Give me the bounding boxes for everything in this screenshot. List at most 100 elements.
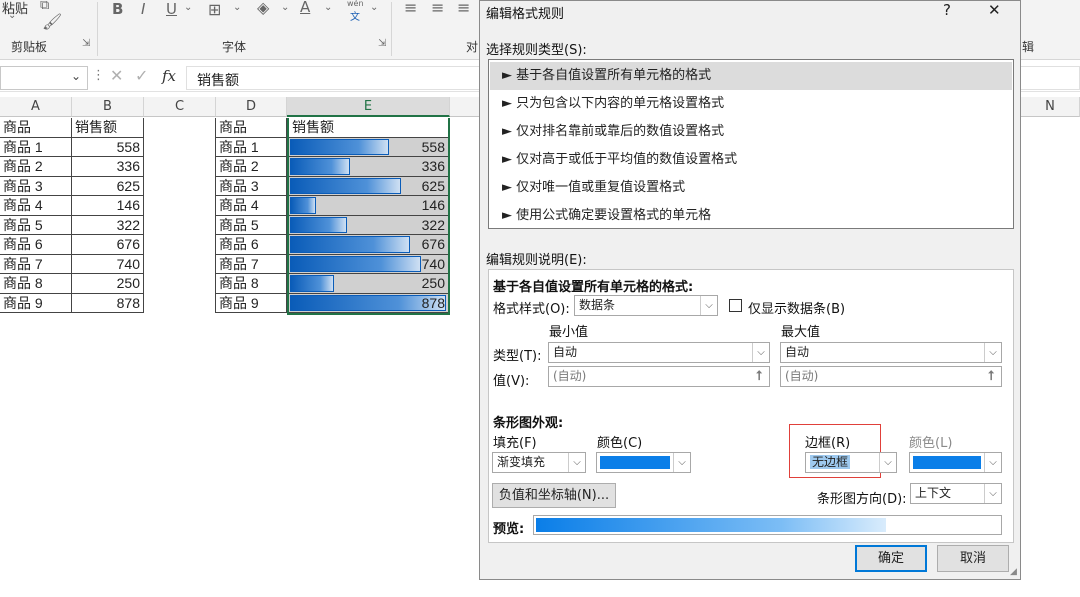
chevron-down-icon[interactable]: ⌄ [281,2,289,13]
databar-cell[interactable]: 740 [289,254,448,274]
chevron-down-icon[interactable]: ⌄ [71,69,81,83]
close-icon[interactable]: ✕ [988,1,1001,19]
databar-cell[interactable]: 322 [289,215,448,235]
name-box[interactable]: ⌄ [0,66,88,90]
table-cell[interactable]: 625 [72,176,144,196]
max-type-select[interactable]: 自动 ⌵ [780,342,1002,363]
format-painter-icon[interactable]: 🖌 [42,12,62,31]
cancel-button[interactable]: 取消 [937,545,1009,572]
column-header-d[interactable]: D [216,97,287,117]
rule-type-item[interactable]: ► 仅对排名靠前或靠后的数值设置格式 [490,118,1012,146]
min-type-select[interactable]: 自动 ⌵ [548,342,770,363]
dialog-launcher-icon[interactable]: ⇲ [378,38,386,49]
chevron-down-icon[interactable]: ⌄ [184,2,192,13]
phonetic-icon[interactable]: 文 [350,8,360,23]
databar-cell[interactable]: 625 [289,176,448,196]
rule-type-item[interactable]: ► 仅对唯一值或重复值设置格式 [490,174,1012,202]
chevron-down-icon[interactable]: ⌄ [370,2,378,13]
table-cell[interactable]: 商品 5 [0,215,72,235]
header-cell[interactable]: 商品 [216,118,287,138]
table-cell[interactable]: 740 [72,254,144,274]
table-cell[interactable]: 商品 2 [216,157,287,177]
align-middle-icon[interactable]: ≡ [431,0,444,17]
table-cell[interactable]: 商品 8 [0,274,72,294]
databar-fill [290,216,348,233]
show-bar-only-checkbox[interactable] [729,299,742,312]
help-icon[interactable]: ? [943,1,951,19]
underline-icon[interactable]: U [166,0,177,18]
table-cell[interactable]: 商品 4 [0,196,72,216]
table-cell[interactable]: 商品 1 [0,137,72,157]
column-header-a[interactable]: A [0,97,72,117]
ok-button[interactable]: 确定 [855,545,927,572]
cancel-icon[interactable]: ✕ [110,66,123,85]
min-value-input[interactable]: (自动) ⭡ [548,366,770,387]
enter-icon[interactable]: ✓ [135,66,148,85]
min-type-value: 自动 [553,345,578,359]
format-style-select[interactable]: 数据条 ⌵ [574,295,718,316]
table-cell[interactable]: 250 [72,274,144,294]
rule-type-item[interactable]: ► 只为包含以下内容的单元格设置格式 [490,90,1012,118]
bold-icon[interactable]: B [112,0,123,18]
column-header-c[interactable]: C [144,97,216,117]
table-cell[interactable]: 商品 3 [0,176,72,196]
column-header-blank[interactable] [450,97,480,117]
column-header-e[interactable]: E [287,97,450,117]
fill-type-select[interactable]: 渐变填充 ⌵ [492,452,586,473]
table-cell[interactable]: 336 [72,157,144,177]
table-cell[interactable]: 商品 3 [216,176,287,196]
table-cell[interactable]: 878 [72,293,144,313]
rule-type-list[interactable]: ► 基于各自值设置所有单元格的格式 ► 只为包含以下内容的单元格设置格式 ► 仅… [488,59,1014,229]
table-cell[interactable]: 商品 1 [216,137,287,157]
fill-color-picker[interactable]: ⌵ [596,452,691,473]
table-cell[interactable]: 558 [72,137,144,157]
align-top-icon[interactable]: ≡ [404,0,417,17]
chevron-down-icon[interactable]: ⌄ [324,2,332,13]
resize-grip-icon[interactable]: ◢ [1010,567,1017,577]
max-value-input[interactable]: (自动) ⭡ [780,366,1002,387]
table-cell[interactable]: 商品 4 [216,196,287,216]
italic-icon[interactable]: I [141,0,145,18]
collapse-dialog-icon[interactable]: ⭡ [750,368,768,385]
databar-cell[interactable]: 878 [289,293,448,313]
column-header-b[interactable]: B [72,97,144,117]
chevron-down-icon[interactable]: ⌄ [233,2,241,13]
table-cell[interactable]: 146 [72,196,144,216]
collapse-dialog-icon[interactable]: ⭡ [982,368,1000,385]
table-cell[interactable]: 商品 2 [0,157,72,177]
table-cell[interactable]: 商品 8 [216,274,287,294]
databar-cell[interactable]: 558 [289,137,448,157]
rule-type-item[interactable]: ► 基于各自值设置所有单元格的格式 [490,62,1012,90]
table-cell[interactable]: 676 [72,235,144,255]
negative-axis-button[interactable]: 负值和坐标轴(N)... [492,483,616,508]
table-cell[interactable]: 商品 9 [0,293,72,313]
rule-type-item[interactable]: ► 仅对高于或低于平均值的数值设置格式 [490,146,1012,174]
header-cell[interactable]: 销售额 [72,118,144,138]
bar-direction-select[interactable]: 上下文 ⌵ [910,483,1002,504]
databar-cell[interactable]: 250 [289,274,448,294]
databar-cell[interactable]: 146 [289,196,448,216]
dialog-launcher-icon[interactable]: ⇲ [82,38,90,49]
databar-cell[interactable]: 676 [289,235,448,255]
table-cell[interactable]: 322 [72,215,144,235]
table-cell[interactable]: 商品 5 [216,215,287,235]
chevron-down-icon[interactable]: ⌄ [8,10,16,21]
font-color-icon[interactable]: A [300,0,310,16]
databar-cell[interactable]: 336 [289,157,448,177]
fill-color-icon[interactable]: ◈ [257,0,269,17]
table-cell[interactable]: 商品 7 [0,254,72,274]
table-cell[interactable]: 商品 6 [216,235,287,255]
column-header-n[interactable]: N [1021,97,1080,117]
insert-function-icon[interactable]: fx [162,67,176,85]
rule-type-item[interactable]: ► 使用公式确定要设置格式的单元格 [490,202,1012,230]
databar-value: 322 [421,216,445,233]
header-cell[interactable]: 销售额 [289,118,448,138]
table-cell[interactable]: 商品 9 [216,293,287,313]
header-cell[interactable]: 商品 [0,118,72,138]
border-color-picker[interactable]: ⌵ [909,452,1002,473]
table-cell[interactable]: 商品 6 [0,235,72,255]
borders-icon[interactable]: ⊞ [208,0,221,19]
border-type-select[interactable]: 无边框 ⌵ [805,452,897,473]
align-bottom-icon[interactable]: ≡ [457,0,470,17]
table-cell[interactable]: 商品 7 [216,254,287,274]
